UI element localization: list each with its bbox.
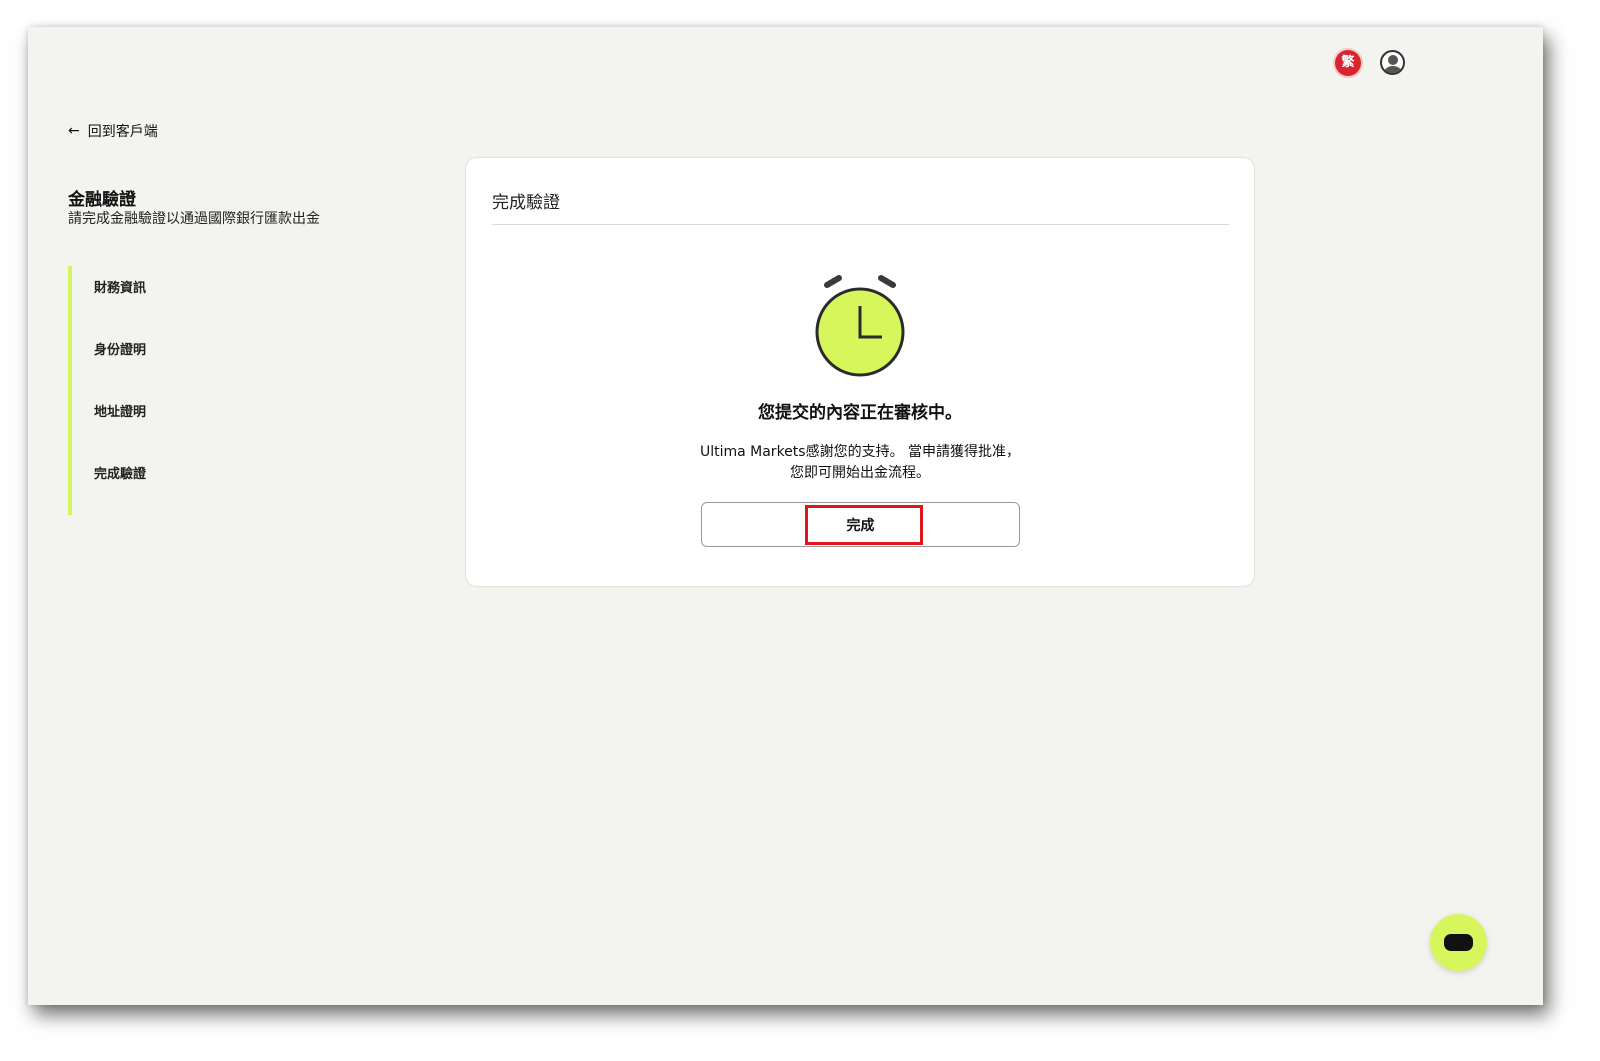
status-message-line1: Ultima Markets感謝您的支持。 當申請獲得批准， bbox=[699, 444, 1021, 460]
step-identity-proof[interactable]: 身份證明 bbox=[94, 339, 146, 358]
back-link-label: 回到客戶端 bbox=[87, 124, 158, 140]
step-financial-info[interactable]: 財務資訊 bbox=[94, 277, 146, 296]
status-heading: 您提交的內容正在審核中。 bbox=[758, 403, 962, 423]
step-progress-list: 財務資訊 身份證明 地址證明 完成驗證 bbox=[68, 266, 268, 515]
card-divider bbox=[492, 224, 1229, 225]
back-to-client-link[interactable]: ← 回到客戶端 bbox=[68, 121, 158, 141]
status-message-line2: 您即可開始出金流程。 bbox=[790, 465, 930, 481]
section-title: 金融驗證 bbox=[68, 190, 136, 210]
alarm-clock-icon bbox=[815, 275, 905, 377]
step-complete-verification[interactable]: 完成驗證 bbox=[94, 463, 146, 482]
app-window: 繁 ← 回到客戶端 金融驗證 請完成金融驗證以通過國際銀行匯款出金 財務資訊 身… bbox=[28, 27, 1543, 1005]
arrow-left-icon: ← bbox=[68, 123, 80, 139]
chat-button[interactable] bbox=[1430, 914, 1487, 971]
avatar-head bbox=[1388, 55, 1398, 65]
user-avatar-icon[interactable] bbox=[1380, 50, 1405, 75]
verification-card: 完成驗證 您提交的內容正在審核中。 Ultima Markets感謝您的支持。 … bbox=[465, 157, 1255, 587]
language-switcher[interactable]: 繁 bbox=[1335, 50, 1361, 76]
step-address-proof[interactable]: 地址證明 bbox=[94, 401, 146, 420]
section-subtitle: 請完成金融驗證以通過國際銀行匯款出金 bbox=[68, 211, 320, 227]
avatar-body bbox=[1384, 66, 1402, 73]
card-title: 完成驗證 bbox=[492, 193, 560, 213]
done-button[interactable]: 完成 bbox=[701, 502, 1020, 547]
chat-bubble-icon bbox=[1444, 934, 1473, 951]
